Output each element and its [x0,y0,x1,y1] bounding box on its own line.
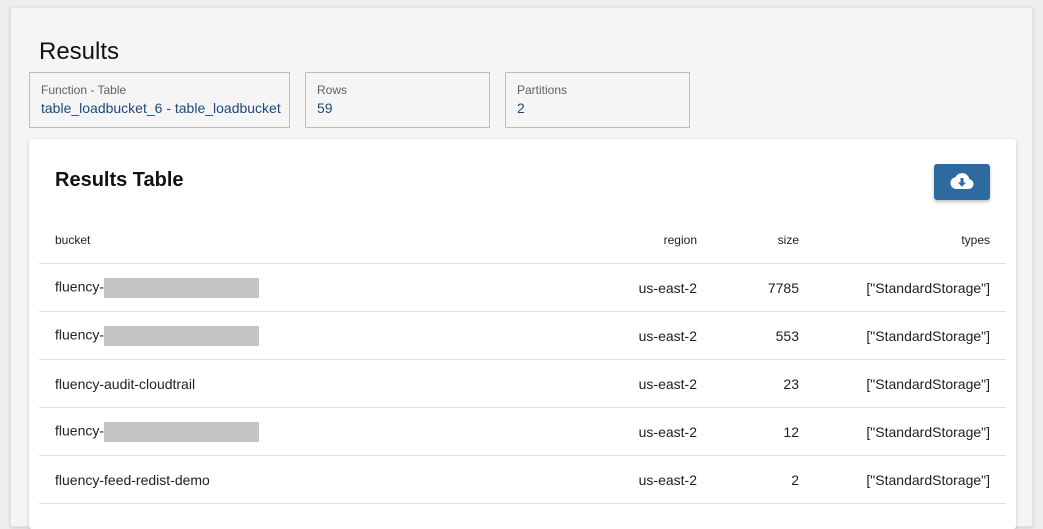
bucket-name: fluency- [55,326,105,343]
cell-region: us-east-2 [531,359,713,408]
column-header-bucket[interactable]: bucket [39,216,531,264]
bucket-name: fluency- [55,422,105,439]
cloud-download-icon [950,172,974,193]
table-title: Results Table [55,169,184,191]
table-row: fluency- us-east-2 12 ["StandardStorage"… [39,407,1006,456]
table-row: fluency-audit-cloudtrail us-east-2 23 ["… [39,359,1006,408]
cell-bucket: fluency- [39,263,531,312]
cell-types: ["StandardStorage"] [815,263,1006,312]
cell-bucket: fluency- [39,311,531,360]
cell-types: ["StandardStorage"] [815,407,1006,456]
stat-label: Function - Table [41,83,127,97]
cell-region: us-east-2 [531,263,713,312]
column-header-region[interactable]: region [531,216,713,264]
cell-size: 7785 [713,263,815,312]
cell-bucket: fluency-feed-redist-demo [39,455,531,504]
stat-value: table_loadbucket_6 - table_loadbucket [41,100,281,116]
cell-bucket: fluency-audit-cloudtrail [39,359,531,408]
table-row: fluency- us-east-2 7785 ["StandardStorag… [39,263,1006,312]
cell-types: ["StandardStorage"] [815,455,1006,504]
stat-partitions: Partitions 2 [505,72,690,128]
stat-value: 59 [317,100,333,116]
cell-size: 23 [713,359,815,408]
column-header-types[interactable]: types [815,216,1006,264]
table-header-row: bucket region size types [39,216,1006,264]
redacted-block [104,325,260,346]
stat-function-table: Function - Table table_loadbucket_6 - ta… [29,72,290,128]
cell-types: ["StandardStorage"] [815,311,1006,360]
cell-bucket: fluency- [39,407,531,456]
cell-region: us-east-2 [531,407,713,456]
cell-region: us-east-2 [531,311,713,360]
redacted-block [104,277,260,298]
cell-size: 12 [713,407,815,456]
cell-types: ["StandardStorage"] [815,359,1006,408]
redacted-block [104,421,260,442]
bucket-name: fluency- [55,278,105,295]
download-button[interactable] [934,164,990,200]
page-title: Results [39,38,120,65]
stat-label: Rows [317,83,348,97]
results-table: bucket region size types fluency- us-eas… [39,216,1006,504]
column-header-size[interactable]: size [713,216,815,264]
results-table-card: Results Table bucket region size types f… [29,139,1016,529]
cell-size: 553 [713,311,815,360]
stat-value: 2 [517,100,525,116]
cell-region: us-east-2 [531,455,713,504]
cell-size: 2 [713,455,815,504]
table-row: fluency- us-east-2 553 ["StandardStorage… [39,311,1006,360]
stat-rows: Rows 59 [305,72,490,128]
stat-label: Partitions [517,83,568,97]
table-row: fluency-feed-redist-demo us-east-2 2 ["S… [39,455,1006,504]
